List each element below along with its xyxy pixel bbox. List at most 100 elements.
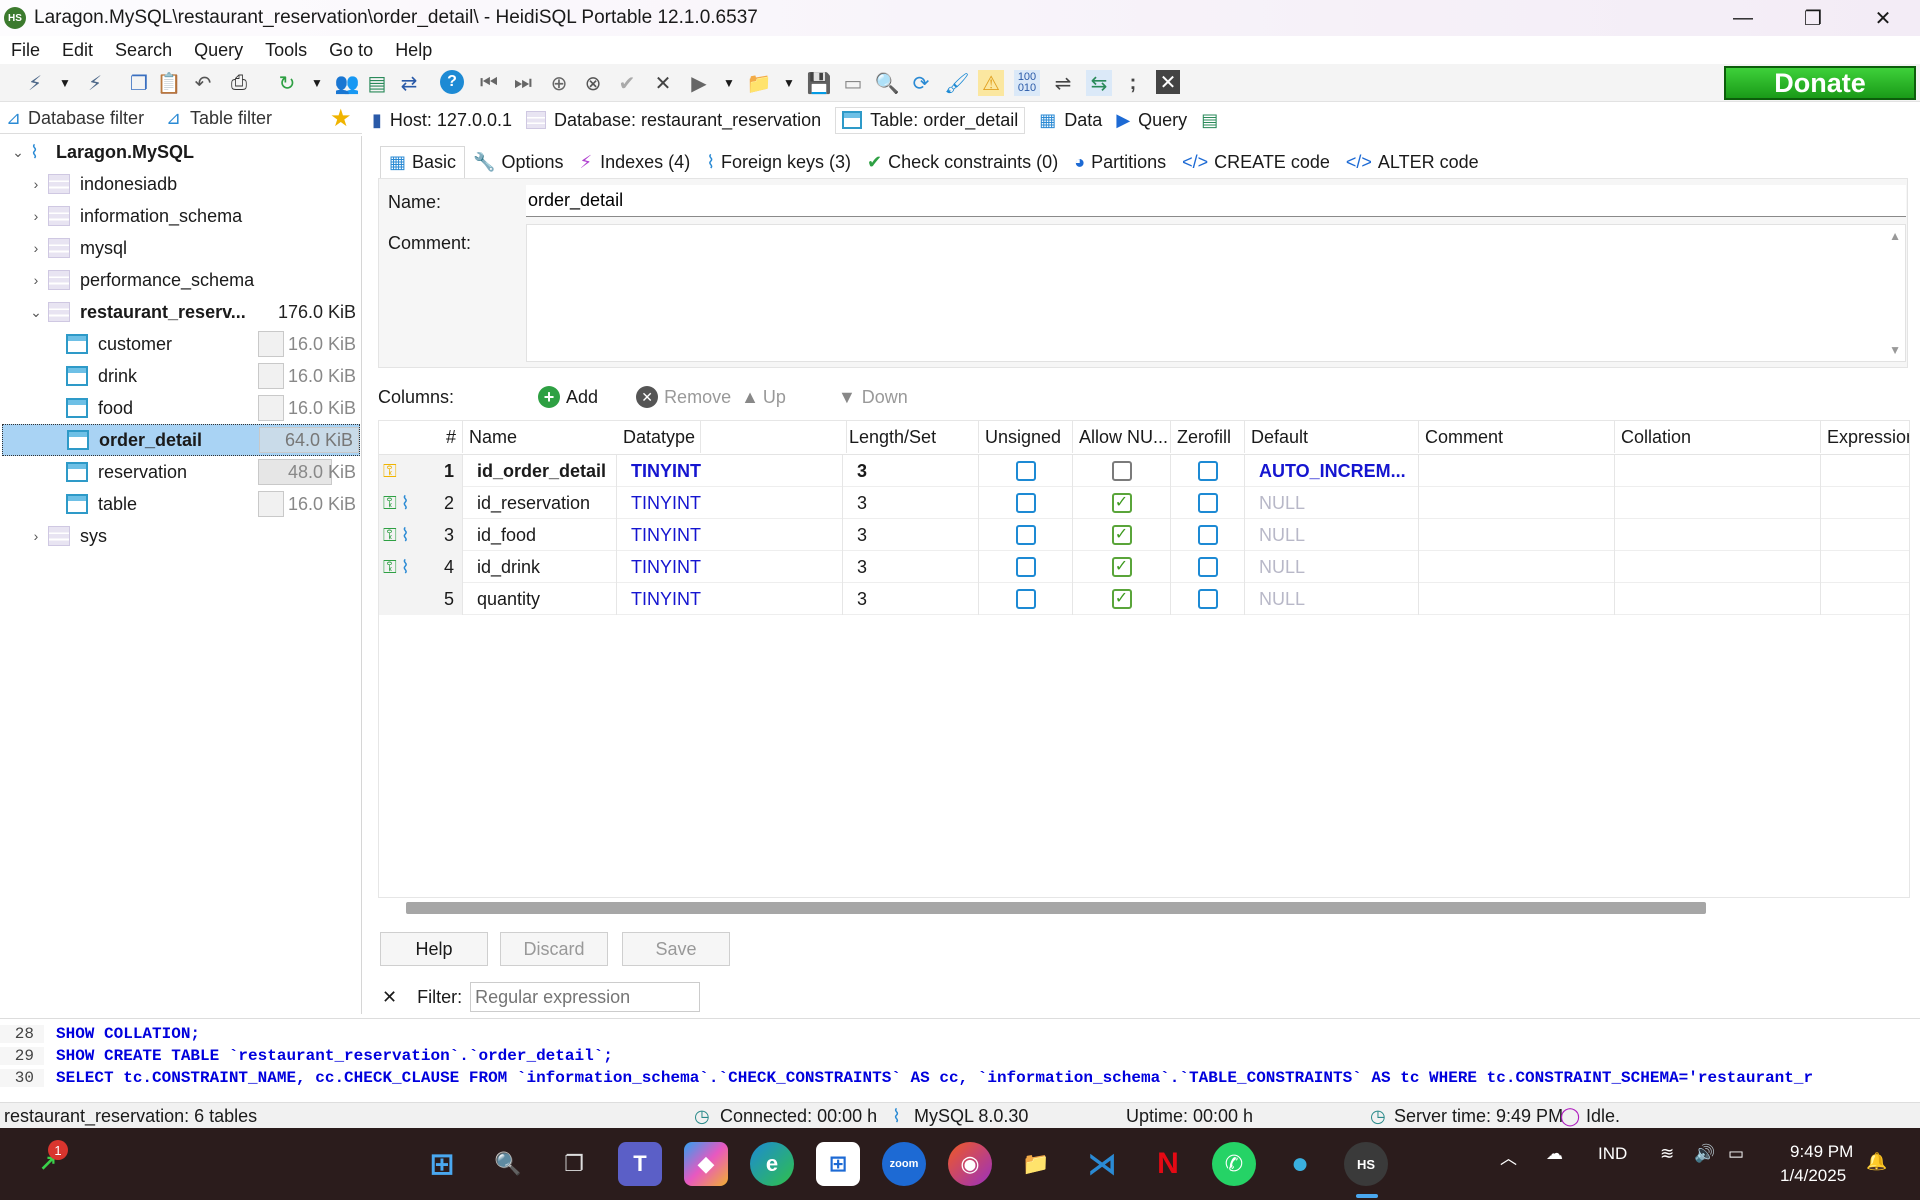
volume-icon[interactable]: 🔊 [1694, 1144, 1715, 1164]
zoom-icon[interactable]: zoom [882, 1142, 926, 1186]
open-folder-icon[interactable]: 📁 [746, 70, 772, 96]
tree-table-customer[interactable]: customer 16.0 KiB [0, 328, 362, 360]
checked-checkbox[interactable]: ✓ [1111, 557, 1132, 577]
user-manager-icon[interactable]: 👥 [334, 70, 360, 96]
whatsapp-icon[interactable]: ✆ [1212, 1142, 1256, 1186]
header-zerofill[interactable]: Zerofill [1171, 421, 1245, 453]
allow-null-cell[interactable]: ✓ [1073, 487, 1171, 519]
allow-null-cell[interactable]: ✓ [1073, 519, 1171, 551]
scroll-up-icon[interactable]: ▲ [1889, 229, 1901, 243]
column-name-cell[interactable]: quantity [463, 583, 617, 615]
vscode-icon[interactable]: ⋊ [1080, 1142, 1124, 1186]
semicolon-icon[interactable]: ; [1120, 70, 1146, 96]
comment-cell[interactable] [1419, 583, 1615, 615]
unchecked-checkbox[interactable] [1111, 461, 1132, 481]
unsigned-cell[interactable] [979, 583, 1073, 615]
unchecked-checkbox[interactable] [1015, 557, 1036, 577]
menu-help[interactable]: Help [384, 40, 443, 61]
header-collation[interactable]: Collation [1615, 421, 1821, 453]
print-icon[interactable]: ⎙ [226, 70, 252, 96]
close-tab-icon[interactable]: ✕ [1156, 70, 1180, 94]
format-sql-icon[interactable]: 🖌 [944, 70, 970, 96]
unchecked-checkbox[interactable] [1197, 493, 1218, 513]
tree-table-food[interactable]: food 16.0 KiB [0, 392, 362, 424]
file-explorer-icon[interactable]: 📁 [1014, 1142, 1058, 1186]
tree-table-drink[interactable]: drink 16.0 KiB [0, 360, 362, 392]
column-row[interactable]: ⚿ ⌇ 3 id_food TINYINT 3 ✓ NULL [379, 519, 1909, 551]
last-icon[interactable]: ⏭ [510, 70, 536, 96]
donate-button[interactable]: Donate [1724, 66, 1916, 100]
connect-dropdown-icon[interactable]: ▼ [52, 70, 78, 96]
clock-time[interactable]: 9:49 PM [1790, 1142, 1853, 1162]
checked-checkbox[interactable]: ✓ [1111, 525, 1132, 545]
expression-cell[interactable] [1821, 487, 1909, 519]
notifications-bell-icon[interactable]: 🔔 [1866, 1152, 1887, 1172]
length-cell[interactable]: 3 [843, 519, 979, 551]
copy-icon[interactable]: ❐ [126, 70, 152, 96]
column-row[interactable]: 5 quantity TINYINT 3 ✓ NULL [379, 583, 1909, 615]
unchecked-checkbox[interactable] [1197, 525, 1218, 545]
import-icon[interactable]: ▤ [364, 70, 390, 96]
menu-search[interactable]: Search [104, 40, 183, 61]
checked-checkbox[interactable]: ✓ [1111, 493, 1132, 513]
sql-log[interactable]: 28 SHOW COLLATION; 29 SHOW CREATE TABLE `r… [0, 1018, 1920, 1098]
maximize-button[interactable]: ❐ [1778, 0, 1848, 36]
tab-check-constraints[interactable]: ✔ Check constraints (0) [859, 146, 1066, 178]
default-cell[interactable]: AUTO_INCREM... [1245, 455, 1419, 487]
unchecked-checkbox[interactable] [1015, 493, 1036, 513]
move-up-button[interactable]: ▲ Up [741, 387, 786, 408]
copilot-icon[interactable]: ◆ [684, 1142, 728, 1186]
refresh-icon[interactable]: ↻ [274, 70, 300, 96]
header-num[interactable]: # [379, 421, 463, 453]
comment-cell[interactable] [1419, 487, 1615, 519]
header-comment[interactable]: Comment [1419, 421, 1615, 453]
column-row[interactable]: ⚿ 1 id_order_detail TINYINT 3 AUTO_INCREM... [379, 455, 1909, 487]
discard-button[interactable]: Discard [500, 932, 608, 966]
datatype-cell[interactable]: TINYINT [617, 455, 843, 487]
run-dropdown-icon[interactable]: ▼ [716, 70, 742, 96]
cancel-icon[interactable]: ✕ [650, 70, 676, 96]
column-row[interactable]: ⚿ ⌇ 4 id_drink TINYINT 3 ✓ NULL [379, 551, 1909, 583]
allow-null-cell[interactable] [1073, 455, 1171, 487]
new-query-tab[interactable]: ▤ [1201, 110, 1218, 131]
collation-cell[interactable] [1615, 519, 1821, 551]
column-name-cell[interactable]: id_food [463, 519, 617, 551]
column-name-cell[interactable]: id_reservation [463, 487, 617, 519]
search-icon[interactable]: 🔍 [486, 1142, 530, 1186]
default-cell[interactable]: NULL [1245, 551, 1419, 583]
unsigned-cell[interactable] [979, 519, 1073, 551]
heidisql-taskbar-icon[interactable]: HS [1344, 1142, 1388, 1186]
allow-null-cell[interactable]: ✓ [1073, 583, 1171, 615]
table-filter-input[interactable]: Table filter [190, 108, 272, 129]
expand-icon[interactable]: › [28, 240, 44, 256]
datatype-cell[interactable]: TINYINT [617, 519, 843, 551]
expand-icon[interactable]: › [28, 528, 44, 544]
teams-icon[interactable]: T [618, 1142, 662, 1186]
comment-cell[interactable] [1419, 455, 1615, 487]
tray-chevron-icon[interactable]: ︿ [1500, 1144, 1517, 1169]
length-cell[interactable]: 3 [843, 487, 979, 519]
header-length[interactable]: Length/Set [843, 421, 979, 453]
comment-cell[interactable] [1419, 519, 1615, 551]
zerofill-cell[interactable] [1171, 487, 1245, 519]
tab-indexes[interactable]: ⚡ Indexes (4) [572, 146, 699, 178]
allow-null-cell[interactable]: ✓ [1073, 551, 1171, 583]
tab-create-code[interactable]: </> CREATE code [1174, 146, 1338, 178]
store-icon[interactable]: ⊞ [816, 1142, 860, 1186]
header-datatype[interactable]: Datatype [617, 421, 847, 453]
battery-icon[interactable]: ▭ [1728, 1144, 1744, 1164]
tab-data[interactable]: ▦ Data [1039, 110, 1102, 131]
datatype-cell[interactable]: TINYINT [617, 583, 843, 615]
close-filter-icon[interactable]: ✕ [382, 987, 397, 1008]
default-cell[interactable]: NULL [1245, 487, 1419, 519]
tree-db-sys[interactable]: › sys [0, 520, 362, 552]
unchecked-checkbox[interactable] [1197, 589, 1218, 609]
collapse-icon[interactable]: ⌄ [10, 144, 26, 161]
collation-cell[interactable] [1615, 583, 1821, 615]
header-expression[interactable]: Expression [1821, 421, 1909, 453]
tab-alter-code[interactable]: </> ALTER code [1338, 146, 1487, 178]
help-icon[interactable]: ? [440, 70, 464, 94]
menu-query[interactable]: Query [183, 40, 254, 61]
save-file-icon[interactable]: 💾 [806, 70, 832, 96]
tab-table[interactable]: Table: order_detail [835, 106, 1026, 134]
